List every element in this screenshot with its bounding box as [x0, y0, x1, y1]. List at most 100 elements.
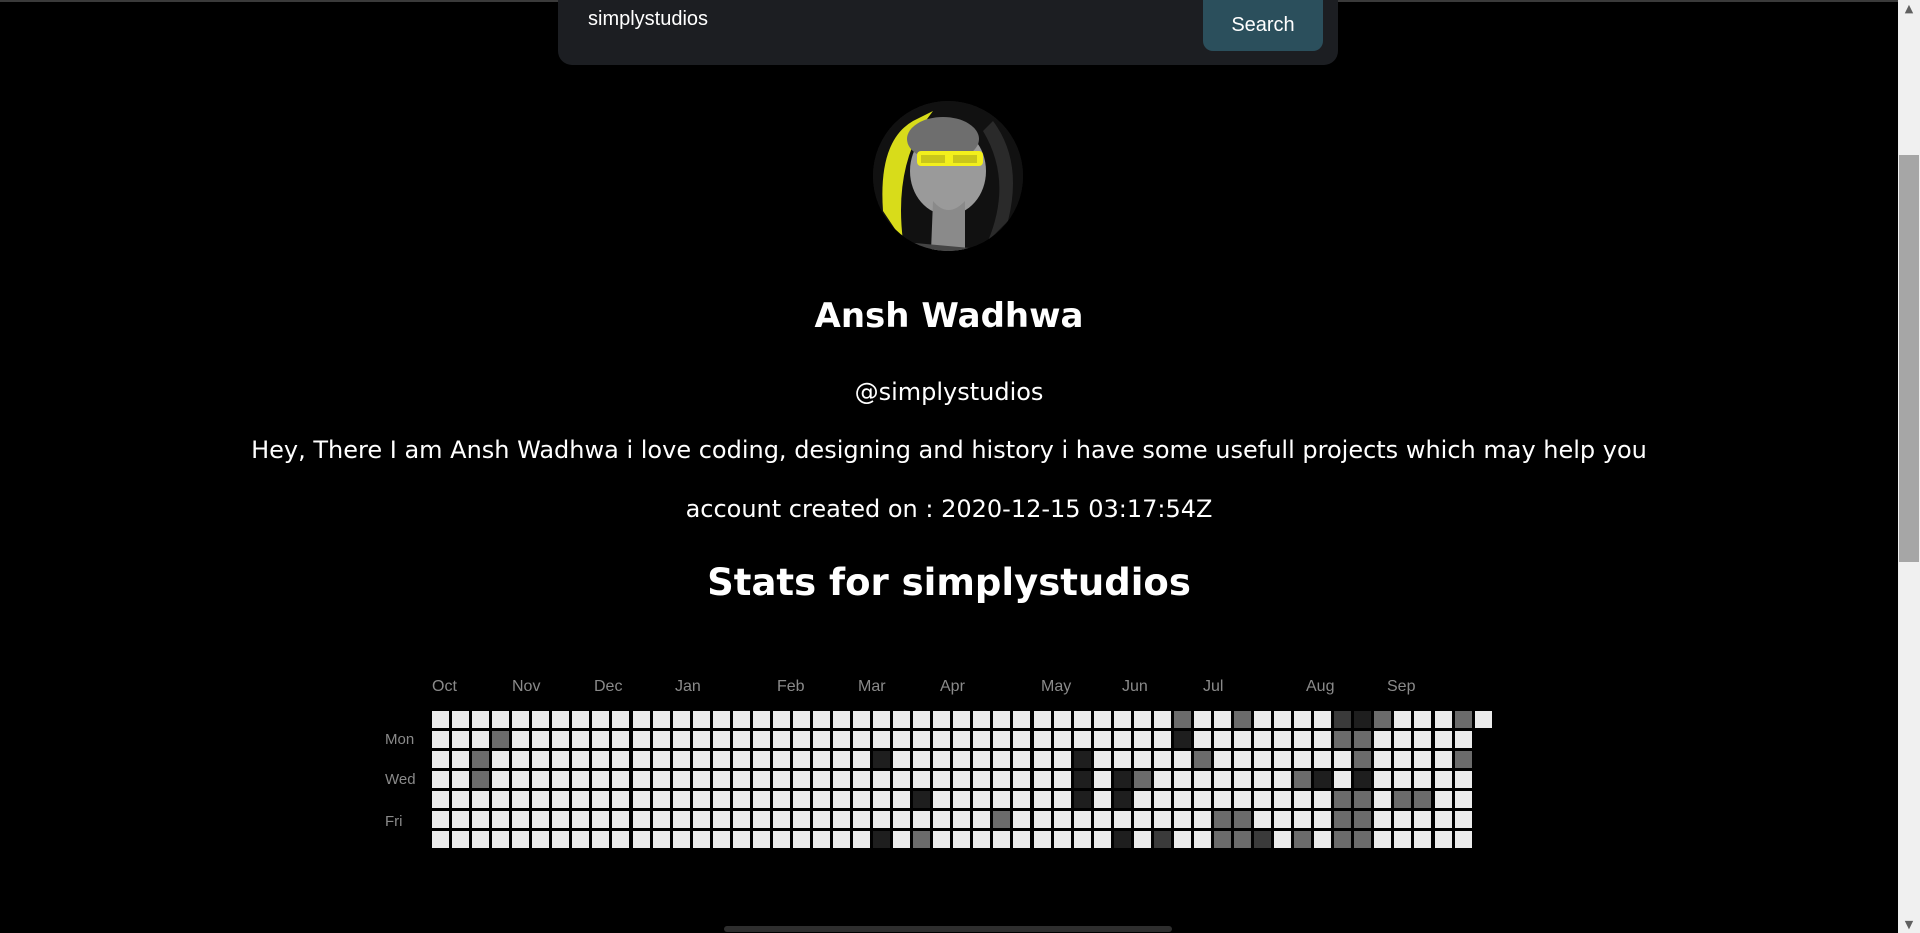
- contribution-cell[interactable]: [1234, 791, 1251, 808]
- contribution-cell[interactable]: [1114, 751, 1131, 768]
- contribution-cell[interactable]: [1114, 791, 1131, 808]
- contribution-cell[interactable]: [933, 831, 950, 848]
- contribution-cell[interactable]: [1114, 771, 1131, 788]
- contribution-cell[interactable]: [1455, 711, 1472, 728]
- contribution-cell[interactable]: [773, 711, 790, 728]
- contribution-cell[interactable]: [1034, 791, 1051, 808]
- contribution-cell[interactable]: [793, 711, 810, 728]
- contribution-cell[interactable]: [512, 811, 529, 828]
- contribution-cell[interactable]: [1254, 751, 1271, 768]
- contribution-cell[interactable]: [1114, 811, 1131, 828]
- contribution-cell[interactable]: [1334, 751, 1351, 768]
- contribution-cell[interactable]: [1234, 771, 1251, 788]
- contribution-cell[interactable]: [1394, 811, 1411, 828]
- contribution-cell[interactable]: [1274, 771, 1291, 788]
- contribution-cell[interactable]: [1054, 711, 1071, 728]
- contribution-cell[interactable]: [1094, 711, 1111, 728]
- contribution-cell[interactable]: [713, 731, 730, 748]
- contribution-cell[interactable]: [572, 731, 589, 748]
- contribution-cell[interactable]: [793, 731, 810, 748]
- contribution-cell[interactable]: [1154, 771, 1171, 788]
- contribution-cell[interactable]: [793, 791, 810, 808]
- contribution-cell[interactable]: [993, 751, 1010, 768]
- contribution-cell[interactable]: [1074, 711, 1091, 728]
- contribution-cell[interactable]: [1054, 751, 1071, 768]
- contribution-cell[interactable]: [693, 771, 710, 788]
- contribution-cell[interactable]: [1034, 711, 1051, 728]
- contribution-cell[interactable]: [452, 811, 469, 828]
- contribution-cell[interactable]: [633, 811, 650, 828]
- contribution-cell[interactable]: [833, 731, 850, 748]
- contribution-cell[interactable]: [592, 831, 609, 848]
- contribution-cell[interactable]: [1414, 831, 1431, 848]
- contribution-cell[interactable]: [853, 731, 870, 748]
- contribution-cell[interactable]: [1134, 731, 1151, 748]
- contribution-cell[interactable]: [512, 751, 529, 768]
- contribution-cell[interactable]: [572, 771, 589, 788]
- contribution-cell[interactable]: [653, 731, 670, 748]
- contribution-cell[interactable]: [452, 751, 469, 768]
- contribution-cell[interactable]: [1134, 791, 1151, 808]
- contribution-cell[interactable]: [1314, 791, 1331, 808]
- contribution-cell[interactable]: [993, 811, 1010, 828]
- contribution-cell[interactable]: [753, 811, 770, 828]
- contribution-cell[interactable]: [973, 751, 990, 768]
- contribution-cell[interactable]: [1013, 831, 1030, 848]
- contribution-cell[interactable]: [713, 751, 730, 768]
- contribution-cell[interactable]: [532, 831, 549, 848]
- contribution-cell[interactable]: [993, 711, 1010, 728]
- contribution-cell[interactable]: [713, 831, 730, 848]
- search-button[interactable]: Search: [1203, 0, 1323, 51]
- contribution-cell[interactable]: [1034, 831, 1051, 848]
- contribution-cell[interactable]: [1274, 711, 1291, 728]
- contribution-cell[interactable]: [1254, 731, 1271, 748]
- contribution-cell[interactable]: [432, 771, 449, 788]
- contribution-cell[interactable]: [953, 751, 970, 768]
- contribution-cell[interactable]: [913, 731, 930, 748]
- contribution-cell[interactable]: [1334, 711, 1351, 728]
- contribution-cell[interactable]: [1074, 731, 1091, 748]
- contribution-cell[interactable]: [1294, 811, 1311, 828]
- contribution-cell[interactable]: [592, 751, 609, 768]
- contribution-cell[interactable]: [873, 731, 890, 748]
- horizontal-scroll-indicator[interactable]: [724, 926, 1172, 932]
- contribution-cell[interactable]: [472, 711, 489, 728]
- contribution-cell[interactable]: [1374, 711, 1391, 728]
- contribution-cell[interactable]: [1394, 731, 1411, 748]
- contribution-cell[interactable]: [913, 831, 930, 848]
- contribution-cell[interactable]: [893, 751, 910, 768]
- contribution-cell[interactable]: [1274, 831, 1291, 848]
- contribution-cell[interactable]: [1054, 731, 1071, 748]
- contribution-cell[interactable]: [773, 771, 790, 788]
- contribution-cell[interactable]: [432, 791, 449, 808]
- contribution-cell[interactable]: [1394, 831, 1411, 848]
- contribution-cell[interactable]: [673, 751, 690, 768]
- contribution-cell[interactable]: [1114, 711, 1131, 728]
- contribution-cell[interactable]: [1455, 791, 1472, 808]
- contribution-cell[interactable]: [1435, 731, 1452, 748]
- contribution-cell[interactable]: [633, 731, 650, 748]
- contribution-cell[interactable]: [1234, 811, 1251, 828]
- contribution-cell[interactable]: [853, 811, 870, 828]
- contribution-cell[interactable]: [793, 831, 810, 848]
- contribution-cell[interactable]: [733, 711, 750, 728]
- contribution-cell[interactable]: [1074, 751, 1091, 768]
- contribution-cell[interactable]: [1354, 711, 1371, 728]
- contribution-cell[interactable]: [893, 791, 910, 808]
- contribution-cell[interactable]: [753, 711, 770, 728]
- contribution-cell[interactable]: [1394, 711, 1411, 728]
- contribution-cell[interactable]: [552, 751, 569, 768]
- contribution-cell[interactable]: [1394, 751, 1411, 768]
- contribution-cell[interactable]: [1354, 811, 1371, 828]
- contribution-cell[interactable]: [813, 731, 830, 748]
- contribution-cell[interactable]: [653, 711, 670, 728]
- scroll-up-icon[interactable]: ▲: [1898, 0, 1920, 17]
- contribution-cell[interactable]: [953, 731, 970, 748]
- contribution-cell[interactable]: [1174, 751, 1191, 768]
- contribution-cell[interactable]: [1354, 731, 1371, 748]
- contribution-cell[interactable]: [1294, 771, 1311, 788]
- scroll-down-icon[interactable]: ▼: [1898, 916, 1920, 933]
- contribution-cell[interactable]: [1374, 771, 1391, 788]
- contribution-cell[interactable]: [532, 771, 549, 788]
- contribution-cell[interactable]: [532, 731, 549, 748]
